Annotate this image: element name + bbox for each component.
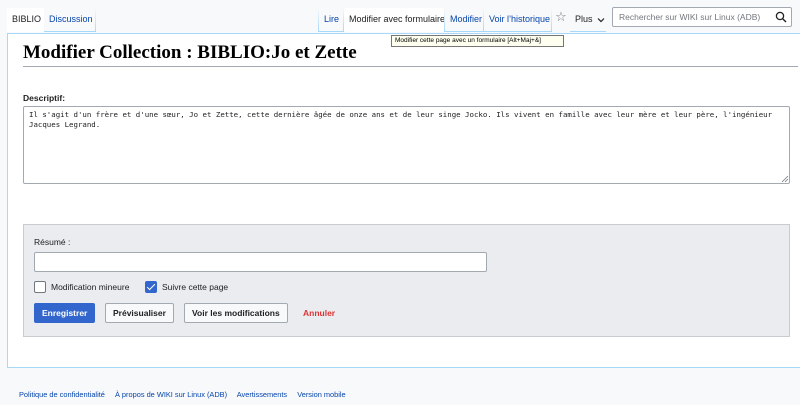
search-icon[interactable] <box>775 11 787 23</box>
save-button[interactable]: Enregistrer <box>34 303 96 323</box>
minor-edit-checkbox[interactable] <box>34 281 46 293</box>
descriptif-label: Descriptif: <box>23 93 66 103</box>
page-title: Modifier Collection : BIBLIO:Jo et Zette <box>23 42 357 63</box>
footer-disclaimers-link[interactable]: Avertissements <box>237 390 287 399</box>
cancel-link[interactable]: Annuler <box>303 308 335 318</box>
search-box <box>612 7 792 27</box>
show-changes-button[interactable]: Voir les modifications <box>184 303 288 323</box>
summary-label: Résumé : <box>34 237 71 247</box>
footer-mobile-link[interactable]: Version mobile <box>297 390 345 399</box>
watch-page-checkbox[interactable] <box>145 281 157 293</box>
summary-input[interactable] <box>34 252 487 272</box>
tab-history[interactable]: Voir l’historique <box>484 8 551 32</box>
more-menu[interactable]: Plus <box>570 8 606 32</box>
minor-edit-label: Modification mineure <box>51 282 130 292</box>
search-input[interactable] <box>613 8 768 26</box>
descriptif-textarea[interactable]: Il s'agit d'un frère et d'une sœur, Jo e… <box>23 106 790 184</box>
watch-page-label: Suivre cette page <box>162 282 229 292</box>
tab-bar: BIBLIO Discussion Lire Modifier avec for… <box>0 0 800 34</box>
tab-edit[interactable]: Modifier <box>445 8 483 32</box>
tab-discussion[interactable]: Discussion <box>44 8 95 32</box>
title-divider <box>23 66 798 67</box>
chevron-down-icon <box>597 17 605 22</box>
footer: Politique de confidentialité À propos de… <box>19 390 354 399</box>
tooltip: Modifier cette page avec un formulaire [… <box>391 35 564 47</box>
more-label: Plus <box>575 14 593 24</box>
footer-about-link[interactable]: À propos de WIKI sur Linux (ADB) <box>115 390 227 399</box>
content-area: Modifier Collection : BIBLIO:Jo et Zette… <box>7 33 800 368</box>
preview-button[interactable]: Prévisualiser <box>105 303 174 323</box>
tab-page[interactable]: BIBLIO <box>7 8 44 32</box>
edit-options-panel: Résumé : Modification mineure Suivre cet… <box>23 224 790 337</box>
star-icon[interactable]: ☆ <box>553 8 569 26</box>
tab-read[interactable]: Lire <box>319 8 343 32</box>
resize-grip-icon[interactable] <box>781 175 789 183</box>
footer-privacy-link[interactable]: Politique de confidentialité <box>19 390 105 399</box>
tab-edit-with-form[interactable]: Modifier avec formulaire <box>344 8 445 32</box>
